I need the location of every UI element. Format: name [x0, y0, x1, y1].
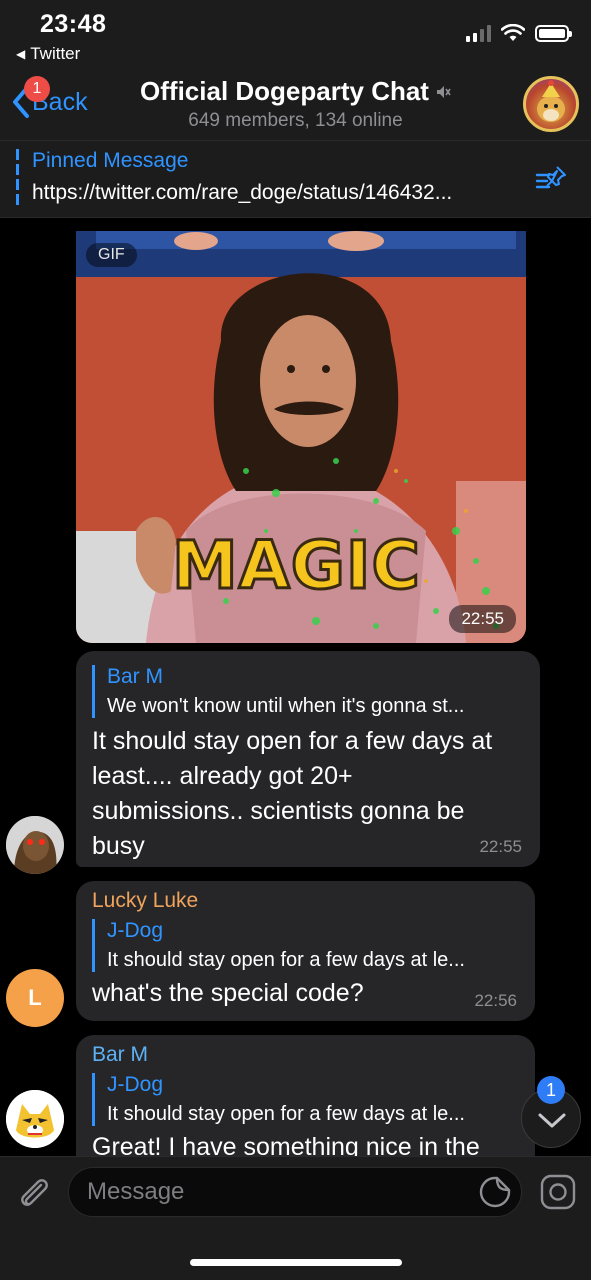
message-time: 22:55	[449, 605, 516, 633]
gif-caption-text: MAGIC	[171, 526, 422, 606]
message-list[interactable]: MAGIC GIF 22:55 Bar M We won't know unti…	[0, 219, 591, 1156]
chat-title: Official Dogeparty Chat	[140, 76, 429, 106]
reply-preview[interactable]: J-Dog It should stay open for a few days…	[92, 919, 519, 972]
battery-icon	[535, 24, 572, 42]
gif-message[interactable]: MAGIC GIF 22:55	[76, 231, 526, 643]
sticker-icon[interactable]	[478, 1175, 512, 1209]
reply-preview[interactable]: J-Dog It should stay open for a few days…	[92, 1073, 519, 1126]
avatar-image	[6, 1090, 64, 1148]
chat-subtitle: 649 members, 134 online	[188, 110, 403, 131]
wifi-icon	[501, 24, 525, 41]
message-text: what's the special code?	[92, 979, 364, 1007]
message-time: 22:55	[479, 837, 522, 856]
message-input[interactable]	[68, 1167, 522, 1217]
sender-avatar[interactable]	[6, 1090, 64, 1148]
sender-name[interactable]: Bar M	[92, 1043, 519, 1067]
sender-name[interactable]: Lucky Luke	[92, 889, 519, 913]
clipped-previous-text	[92, 219, 232, 221]
camera-icon[interactable]	[539, 1173, 577, 1211]
status-bar: 23:48 ◀ Twitter	[0, 0, 591, 70]
doge-avatar-image	[537, 80, 565, 122]
home-indicator	[190, 1259, 402, 1266]
cellular-signal-icon	[466, 24, 491, 42]
back-triangle-icon: ◀	[16, 47, 26, 61]
reply-author: J-Dog	[107, 919, 164, 942]
reply-author: J-Dog	[107, 1073, 164, 1096]
unread-badge: 1	[24, 76, 50, 102]
attach-icon[interactable]	[14, 1173, 54, 1213]
status-icons	[466, 24, 572, 42]
group-avatar[interactable]	[523, 76, 579, 132]
mute-icon	[436, 85, 451, 98]
pinned-text: https://twitter.com/rare_doge/status/146…	[32, 181, 453, 204]
chat-header: Back 1 Official Dogeparty Chat 649 membe…	[0, 70, 591, 140]
sender-avatar[interactable]: L	[6, 969, 64, 1027]
reply-author: Bar M	[107, 665, 164, 688]
avatar-image	[6, 816, 64, 874]
reply-text: It should stay open for a few days at le…	[107, 949, 465, 971]
pinned-message-bar[interactable]: Pinned Message https://twitter.com/rare_…	[0, 140, 591, 218]
message-bubble[interactable]: Lucky Luke J-Dog It should stay open for…	[76, 881, 535, 1021]
message-bubble[interactable]: Bar M J-Dog It should stay open for a fe…	[76, 1035, 535, 1156]
clock: 23:48	[40, 10, 107, 38]
gif-badge: GIF	[86, 243, 137, 267]
pinned-title: Pinned Message	[32, 149, 189, 172]
pin-list-icon[interactable]	[535, 163, 569, 197]
message-text: It should stay open for a few days at le…	[92, 727, 493, 860]
message-text: Great! I have something nice in the	[92, 1133, 480, 1156]
composer-bar	[0, 1156, 591, 1280]
pinned-indicator	[16, 149, 19, 209]
chat-title-area[interactable]: Official Dogeparty Chat 649 members, 134…	[100, 76, 491, 132]
new-messages-badge: 1	[537, 1076, 565, 1104]
sender-avatar[interactable]	[6, 816, 64, 874]
return-app-label: Twitter	[30, 44, 81, 63]
message-bubble[interactable]: Bar M We won't know until when it's gonn…	[76, 651, 540, 867]
reply-text: It should stay open for a few days at le…	[107, 1103, 465, 1125]
reply-preview[interactable]: Bar M We won't know until when it's gonn…	[92, 665, 524, 718]
reply-text: We won't know until when it's gonna st..…	[107, 695, 465, 717]
return-to-app-link[interactable]: ◀ Twitter	[16, 44, 80, 64]
message-time: 22:56	[474, 991, 517, 1010]
